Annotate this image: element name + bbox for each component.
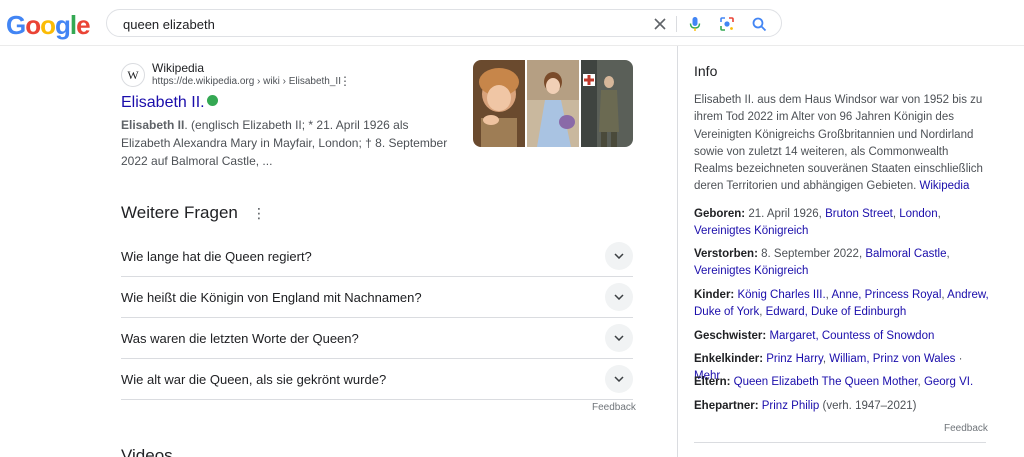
paa-question-text: Wie heißt die Königin von England mit Na… — [121, 289, 422, 305]
chevron-down-icon[interactable] — [605, 242, 633, 270]
search-divider — [676, 16, 677, 32]
result-source[interactable]: W Wikipedia https://de.wikipedia.org › w… — [121, 60, 451, 92]
kp-source-link[interactable]: Wikipedia — [920, 180, 970, 192]
fact-label: Kinder: — [694, 289, 735, 301]
fact-link[interactable]: König Charles III. — [737, 289, 825, 301]
logo-letter: o — [25, 10, 41, 40]
fact-link[interactable]: Margaret, Countess of Snowdon — [769, 330, 934, 342]
more-vert-icon[interactable]: ⋮ — [252, 205, 266, 222]
fact-link[interactable]: Queen Elizabeth The Queen Mother — [734, 376, 918, 388]
logo-letter: e — [76, 10, 91, 40]
paa-question[interactable]: Wie heißt die Königin von England mit Na… — [121, 277, 633, 318]
fact-label: Geboren: — [694, 208, 746, 220]
site-url: https://de.wikipedia.org › wiki › Elisab… — [152, 76, 341, 87]
paa-question[interactable]: Wie lange hat die Queen regiert? — [121, 236, 633, 277]
paa-feedback-link[interactable]: Feedback — [592, 402, 636, 413]
logo-letter: o — [40, 10, 56, 40]
chevron-down-icon[interactable] — [605, 324, 633, 352]
fact-label: Eltern: — [694, 376, 731, 388]
young-queen-portrait-image[interactable] — [527, 60, 579, 147]
snippet-highlight: Elisabeth II — [121, 118, 185, 132]
paa-question[interactable]: Wie alt war die Queen, als sie gekrönt w… — [121, 359, 633, 400]
knowledge-panel: Info Elisabeth II. aus dem Haus Windsor … — [677, 46, 1007, 457]
fact-link[interactable]: Vereinigtes Königreich — [694, 265, 808, 277]
paa-list: Wie lange hat die Queen regiert? Wie hei… — [121, 236, 633, 400]
chevron-down-icon[interactable] — [605, 365, 633, 393]
wikipedia-favicon-icon: W — [121, 63, 145, 87]
kp-feedback-link[interactable]: Feedback — [944, 423, 988, 434]
result-title-link[interactable]: Elisabeth II. — [121, 94, 451, 112]
result-snippet: Elisabeth II. (englisch Elizabeth II; * … — [121, 116, 451, 170]
search-header: Google — [0, 0, 1024, 46]
result-title-text: Elisabeth II. — [121, 94, 205, 111]
fact-label: Ehepartner: — [694, 400, 759, 412]
verified-badge-icon — [206, 94, 218, 106]
kp-description: Elisabeth II. aus dem Haus Windsor war v… — [694, 92, 990, 196]
fact-link[interactable]: Edward, Duke of Edinburgh — [766, 306, 907, 318]
fact-link[interactable]: William, Prinz von Wales — [829, 353, 955, 365]
fact-link[interactable]: Anne, Princess Royal — [831, 289, 941, 301]
fact-link[interactable]: Georg VI. — [924, 376, 973, 388]
kp-fact-born: Geboren: 21. April 1926, Bruton Street, … — [694, 208, 941, 238]
close-icon[interactable] — [650, 14, 670, 34]
fact-label: Enkelkinder: — [694, 353, 764, 365]
fact-link[interactable]: Balmoral Castle — [865, 248, 946, 260]
paa-question-text: Wie lange hat die Queen regiert? — [121, 248, 312, 264]
search-result-wikipedia: W Wikipedia https://de.wikipedia.org › w… — [121, 60, 451, 170]
kp-divider — [694, 442, 986, 443]
result-image-strip[interactable] — [473, 60, 633, 147]
fact-text: (verh. 1947–2021) — [822, 400, 917, 412]
kp-fact-parents: Eltern: Queen Elizabeth The Queen Mother… — [694, 376, 974, 388]
chevron-down-icon[interactable] — [605, 283, 633, 311]
fact-link[interactable]: Prinz Philip — [762, 400, 820, 412]
logo-letter: G — [6, 10, 26, 40]
logo-letter: g — [55, 10, 71, 40]
kp-fact-children: Kinder: König Charles III., Anne, Prince… — [694, 289, 989, 319]
fact-label: Verstorben: — [694, 248, 758, 260]
more-vert-icon[interactable]: ⋮ — [339, 74, 351, 88]
fact-text: 8. September 2022, — [761, 248, 863, 260]
camera-lens-icon[interactable] — [717, 14, 737, 34]
kp-heading: Info — [694, 63, 718, 79]
videos-heading: Videos — [121, 446, 173, 457]
search-input[interactable] — [123, 14, 643, 34]
paa-question-text: Wie alt war die Queen, als sie gekrönt w… — [121, 371, 387, 387]
microphone-icon[interactable] — [685, 14, 705, 34]
site-name: Wikipedia — [152, 61, 205, 75]
kp-fact-siblings: Geschwister: Margaret, Countess of Snowd… — [694, 328, 990, 345]
fact-link[interactable]: London — [899, 208, 937, 220]
fact-link[interactable]: Prinz Harry — [766, 353, 823, 365]
kp-fact-spouse: Ehepartner: Prinz Philip (verh. 1947–202… — [694, 398, 990, 415]
kp-fact-died: Verstorben: 8. September 2022, Balmoral … — [694, 248, 950, 278]
paa-question[interactable]: Was waren die letzten Worte der Queen? — [121, 318, 633, 359]
kp-description-text: Elisabeth II. aus dem Haus Windsor war v… — [694, 94, 983, 193]
search-icon[interactable] — [749, 14, 769, 34]
paa-question-text: Was waren die letzten Worte der Queen? — [121, 330, 359, 346]
uniform-photo-image[interactable] — [581, 60, 633, 147]
child-portrait-image[interactable] — [473, 60, 525, 147]
fact-link[interactable]: Bruton Street — [825, 208, 893, 220]
fact-label: Geschwister: — [694, 330, 767, 342]
search-box — [106, 9, 782, 37]
fact-text: 21. April 1926, — [748, 208, 822, 220]
paa-heading: Weitere Fragen — [121, 203, 238, 222]
google-logo[interactable]: Google — [6, 10, 91, 41]
fact-link[interactable]: Vereinigtes Königreich — [694, 225, 808, 237]
